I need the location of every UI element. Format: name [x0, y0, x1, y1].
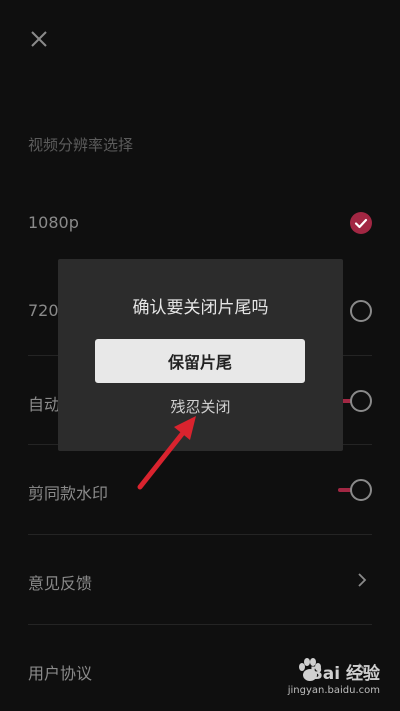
close-button[interactable]	[26, 26, 52, 52]
dialog-title: 确认要关闭片尾吗	[132, 298, 269, 318]
radio-unchecked[interactable]	[350, 300, 372, 322]
setting-label: 意见反馈	[28, 574, 93, 593]
option-label: 1080p	[28, 213, 79, 232]
confirm-close-button[interactable]: 残忍关闭	[58, 396, 343, 417]
chevron-right-icon	[358, 573, 367, 587]
watermark-text: Bai 经验	[309, 664, 380, 684]
settings-screen: 视频分辨率选择 1080p 720p 自动添加片尾 剪同款水印 意见反	[0, 0, 400, 711]
check-icon	[354, 218, 368, 229]
toggle-knob	[350, 479, 372, 501]
setting-label: 剪同款水印	[28, 484, 109, 503]
resolution-option-1080p[interactable]: 1080p	[28, 203, 372, 243]
toggle-switch[interactable]	[338, 479, 372, 501]
keep-ending-button[interactable]: 保留片尾	[95, 339, 305, 383]
toggle-knob	[350, 390, 372, 412]
setting-label: 用户协议	[28, 664, 93, 683]
radio-checked[interactable]	[350, 212, 372, 234]
setting-watermark[interactable]: 剪同款水印	[28, 470, 372, 510]
divider	[28, 534, 372, 535]
close-icon	[31, 31, 47, 47]
section-title-resolution: 视频分辨率选择	[28, 136, 134, 154]
confirm-close-ending-dialog: 确认要关闭片尾吗 保留片尾 残忍关闭	[58, 259, 343, 451]
toggle-switch[interactable]	[338, 390, 372, 412]
baidu-jingyan-watermark: Bai 经验 jingyan.baidu.com	[260, 658, 380, 703]
setting-feedback[interactable]: 意见反馈	[28, 560, 372, 600]
divider	[28, 624, 372, 625]
watermark-url: jingyan.baidu.com	[287, 685, 380, 696]
